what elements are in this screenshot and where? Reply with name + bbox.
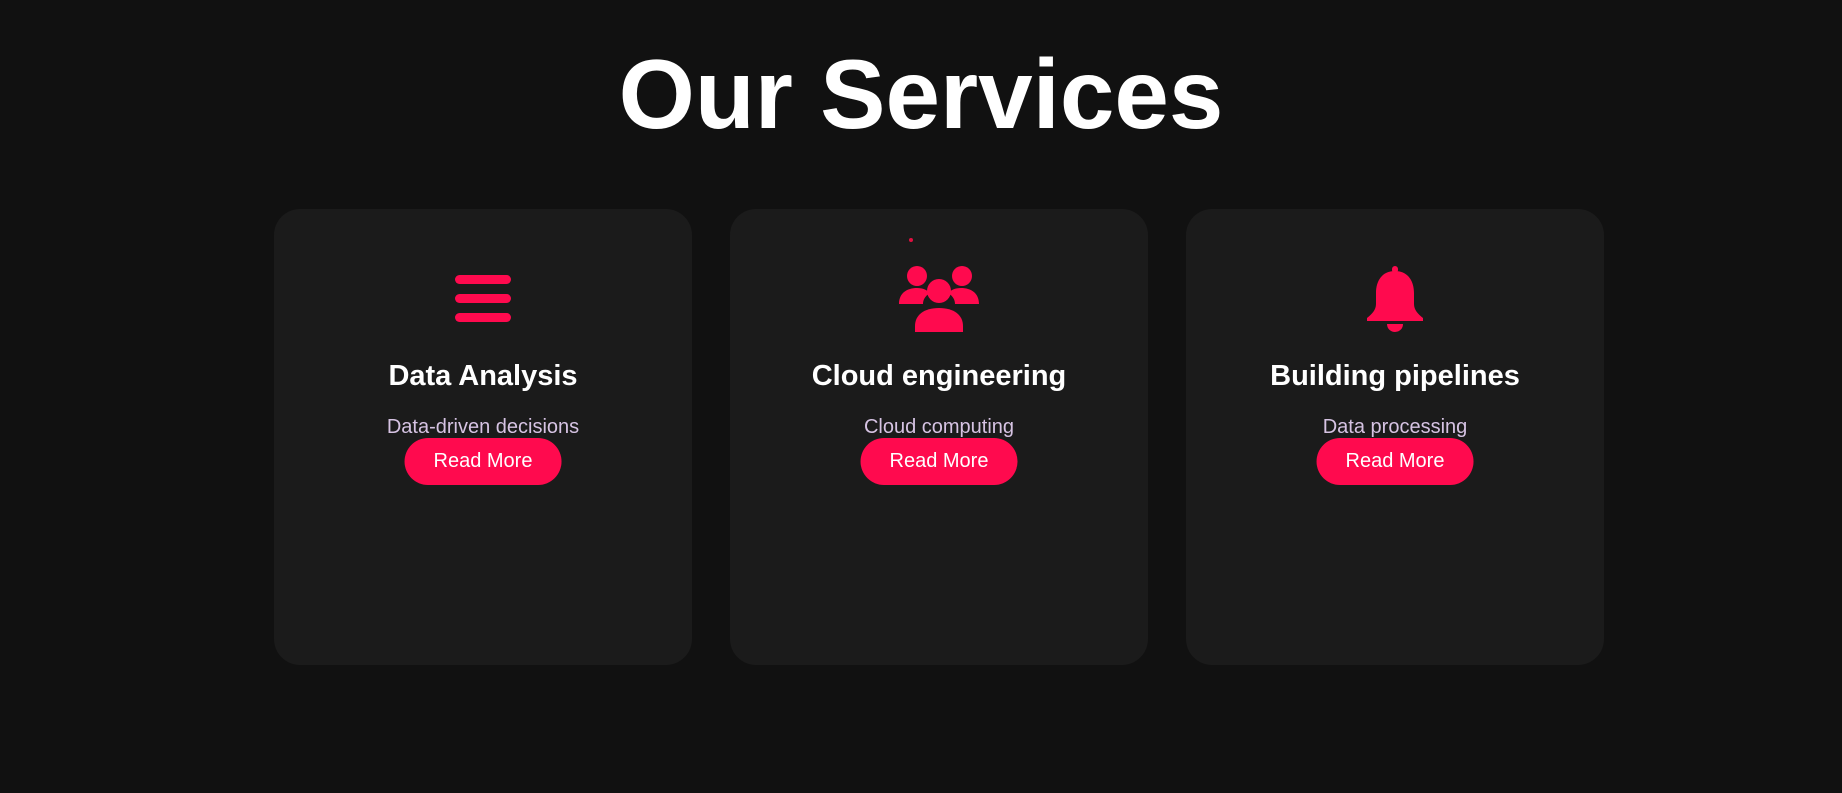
service-title: Data Analysis	[388, 360, 578, 392]
service-title: Building pipelines	[1270, 360, 1520, 392]
bell-icon	[1350, 263, 1440, 335]
menu-bars-icon	[438, 263, 528, 335]
users-group-icon	[894, 263, 984, 335]
service-card-building-pipelines: Building pipelines Data processing Read …	[1186, 209, 1604, 665]
service-description: Data processing	[1322, 416, 1468, 438]
service-title: Cloud engineering	[811, 360, 1067, 392]
read-more-button[interactable]: Read More	[860, 438, 1018, 485]
service-card-cloud-engineering: Cloud engineering Cloud computing Read M…	[730, 209, 1148, 665]
page-title: Our Services	[618, 39, 1224, 149]
service-card-data-analysis: Data Analysis Data-driven decisions Read…	[274, 209, 692, 665]
service-description: Cloud computing	[863, 416, 1015, 438]
read-more-button[interactable]: Read More	[1316, 438, 1474, 485]
service-description: Data-driven decisions	[386, 416, 580, 438]
services-list: Data Analysis Data-driven decisions Read…	[274, 209, 1604, 665]
read-more-button[interactable]: Read More	[404, 438, 562, 485]
decorative-dot	[909, 238, 913, 242]
